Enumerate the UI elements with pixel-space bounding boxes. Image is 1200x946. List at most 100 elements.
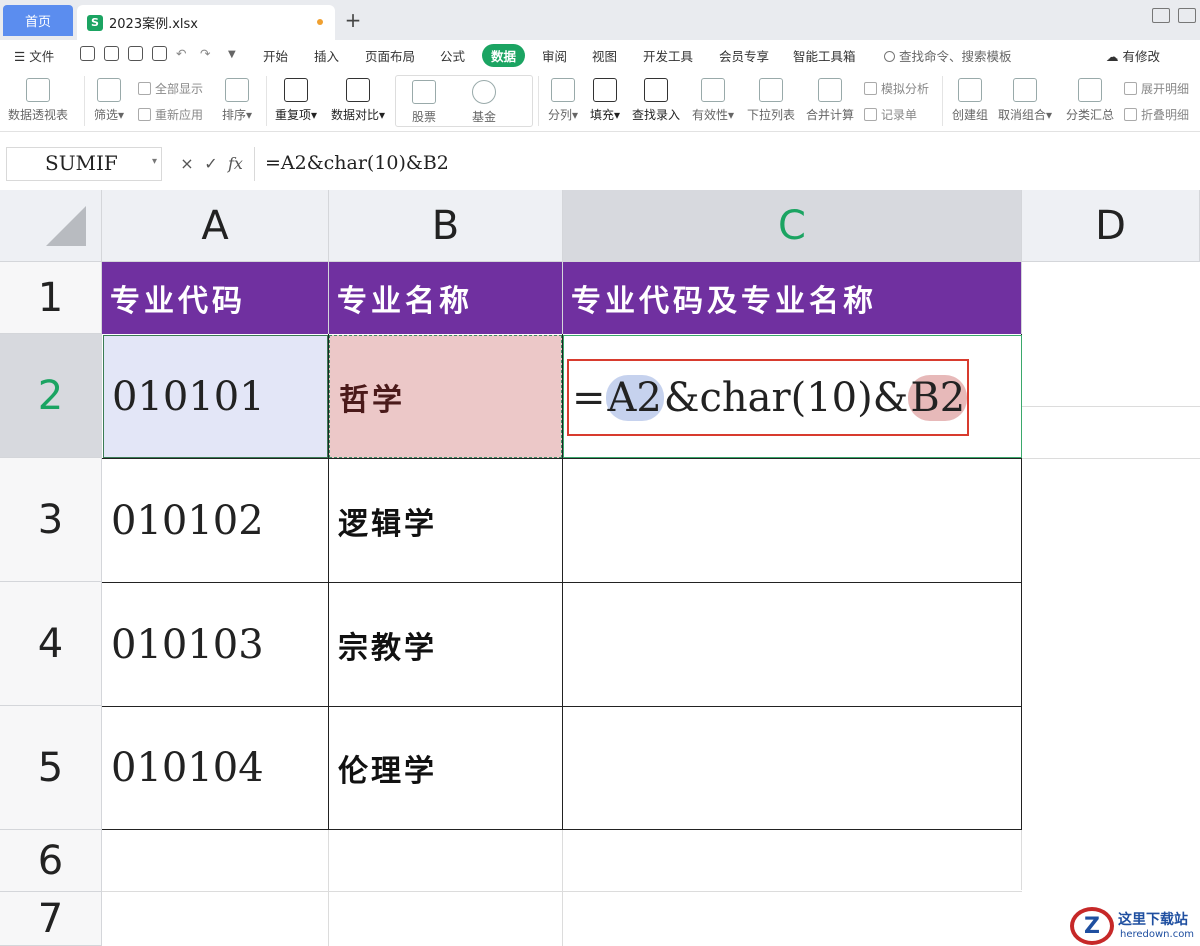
column-header-c[interactable]: C — [563, 190, 1022, 262]
new-tab-plus-icon[interactable]: + — [343, 8, 363, 32]
menu-developer[interactable]: 开发工具 — [643, 46, 693, 65]
tab-home[interactable]: 首页 — [3, 5, 73, 36]
cancel-icon[interactable]: × — [180, 154, 194, 173]
split-column-icon — [551, 78, 576, 102]
cell-b3[interactable]: 逻辑学 — [329, 459, 562, 582]
menu-view[interactable]: 视图 — [592, 46, 617, 65]
cell-a2[interactable]: 010101 — [103, 335, 328, 458]
formula-input[interactable]: =A2&char(10)&B2 — [254, 147, 1200, 181]
modified-status[interactable]: ☁ 有修改 — [1106, 46, 1160, 65]
row-header-7[interactable]: 7 — [0, 892, 102, 946]
menu-page-layout[interactable]: 页面布局 — [365, 46, 415, 65]
fill-label: 填充 — [590, 108, 615, 122]
lookup-entry-label: 查找录入 — [632, 108, 681, 122]
ungroup-icon — [1013, 78, 1038, 102]
cell-b4[interactable]: 宗教学 — [329, 583, 562, 706]
merge-calc-icon — [818, 78, 842, 102]
menu-start[interactable]: 开始 — [263, 46, 288, 65]
confirm-icon[interactable]: ✓ — [204, 154, 218, 173]
row-header-5[interactable]: 5 — [0, 706, 102, 830]
merge-calc-button[interactable]: 合并计算 — [806, 78, 854, 123]
data-compare-button[interactable]: 数据对比▾ — [331, 78, 385, 123]
expand-detail-button[interactable]: 展开明细 — [1124, 80, 1189, 97]
sort-button[interactable]: 排序▾ — [222, 78, 252, 123]
show-all-button[interactable]: 全部显示 — [138, 80, 203, 97]
name-box[interactable]: SUMIF ▾ — [6, 147, 162, 181]
create-group-button[interactable]: 创建组 — [952, 78, 988, 123]
ribbon-divider — [266, 76, 267, 126]
menu-smart-toolbox[interactable]: 智能工具箱 — [793, 46, 856, 65]
ungroup-button[interactable]: 取消组合▾ — [998, 78, 1052, 123]
data-compare-label: 数据对比 — [331, 108, 380, 122]
show-all-icon — [138, 82, 151, 95]
duplicates-button[interactable]: 重复项▾ — [275, 78, 317, 123]
cell-b5[interactable]: 伦理学 — [329, 707, 562, 829]
cell-a3[interactable]: 010102 — [103, 459, 328, 582]
window-grid-icon[interactable] — [1178, 8, 1196, 23]
subtotal-button[interactable]: 分类汇总 — [1066, 78, 1114, 123]
menu-formula[interactable]: 公式 — [440, 46, 465, 65]
reapply-button[interactable]: 重新应用 — [138, 106, 203, 123]
select-all-corner[interactable] — [0, 190, 102, 262]
ungroup-label: 取消组合 — [998, 108, 1047, 122]
menu-review[interactable]: 审阅 — [542, 46, 567, 65]
name-box-value: SUMIF — [45, 151, 118, 175]
column-header-a[interactable]: A — [102, 190, 329, 262]
expand-detail-label: 展开明细 — [1141, 82, 1190, 96]
menu-file[interactable]: ☰ 文件 — [14, 46, 54, 65]
ribbon-divider — [538, 76, 539, 126]
row-header-6[interactable]: 6 — [0, 830, 102, 892]
row-header-1[interactable]: 1 — [0, 262, 102, 334]
site-logo-icon: Z — [1070, 907, 1114, 945]
fill-button[interactable]: 填充▾ — [590, 78, 620, 123]
export-icon[interactable] — [104, 46, 119, 61]
row-header-3[interactable]: 3 — [0, 458, 102, 582]
menu-member[interactable]: 会员专享 — [719, 46, 769, 65]
column-header-d[interactable]: D — [1022, 190, 1200, 262]
cell-b2[interactable]: 哲学 — [329, 335, 562, 458]
pivot-table-button[interactable]: 数据透视表 — [8, 78, 68, 123]
record-form-button[interactable]: 记录单 — [864, 106, 917, 123]
name-box-dropdown-icon[interactable]: ▾ — [152, 156, 157, 167]
ribbon-divider — [84, 76, 85, 126]
split-column-button[interactable]: 分列▾ — [548, 78, 578, 123]
quick-access-dropdown-icon[interactable]: ▼ — [228, 49, 236, 60]
spreadsheet-app: 首页 S 2023案例.xlsx + ☰ 文件 ↶ ↷ ▼ 开始 插入 页面布局… — [0, 0, 1200, 946]
dropdown-list-button[interactable]: 下拉列表 — [747, 78, 795, 123]
cell-a4[interactable]: 010103 — [103, 583, 328, 706]
subtotal-label: 分类汇总 — [1066, 108, 1115, 122]
validity-button[interactable]: 有效性▾ — [692, 78, 734, 123]
save-icon[interactable] — [80, 46, 95, 61]
cell-formula-editor[interactable]: = A2 &char(10)& B2 — [567, 359, 969, 436]
filter-label: 筛选 — [94, 108, 119, 122]
collapse-detail-button[interactable]: 折叠明细 — [1124, 106, 1189, 123]
simulate-icon — [864, 82, 877, 95]
fund-button[interactable]: 基金 — [472, 80, 496, 125]
column-header-b[interactable]: B — [329, 190, 563, 262]
menu-insert[interactable]: 插入 — [314, 46, 339, 65]
row-header-2[interactable]: 2 — [0, 334, 102, 458]
fund-label: 基金 — [472, 110, 497, 124]
cell-a5[interactable]: 010104 — [103, 707, 328, 829]
create-group-icon — [958, 78, 982, 102]
insert-function-icon[interactable]: fx — [228, 154, 243, 173]
cell-b1[interactable]: 专业名称 — [329, 262, 563, 334]
command-search[interactable]: 查找命令、搜索模板 — [884, 46, 1012, 65]
watermark-title: 这里下载站 — [1118, 912, 1188, 928]
redo-icon[interactable]: ↷ — [200, 46, 210, 61]
lookup-entry-button[interactable]: 查找录入 — [632, 78, 680, 123]
simulate-button[interactable]: 模拟分析 — [864, 80, 929, 97]
cell-c1[interactable]: 专业代码及专业名称 — [563, 262, 1022, 334]
cell-a1[interactable]: 专业代码 — [102, 262, 329, 334]
worksheet-grid: A B C D 1 2 3 4 5 6 7 专业代码 专业名称 专业代码及专业名… — [0, 190, 1200, 946]
stock-button[interactable]: 股票 — [412, 80, 436, 125]
window-layout-icon[interactable] — [1152, 8, 1170, 23]
menu-data[interactable]: 数据 — [482, 44, 526, 67]
row-header-4[interactable]: 4 — [0, 582, 102, 706]
print-icon[interactable] — [128, 46, 143, 61]
undo-icon[interactable]: ↶ — [176, 46, 186, 61]
print-preview-icon[interactable] — [152, 46, 167, 61]
validity-icon — [701, 78, 726, 102]
tab-workbook[interactable]: S 2023案例.xlsx — [77, 5, 335, 40]
filter-button[interactable]: 筛选▾ — [94, 78, 124, 123]
